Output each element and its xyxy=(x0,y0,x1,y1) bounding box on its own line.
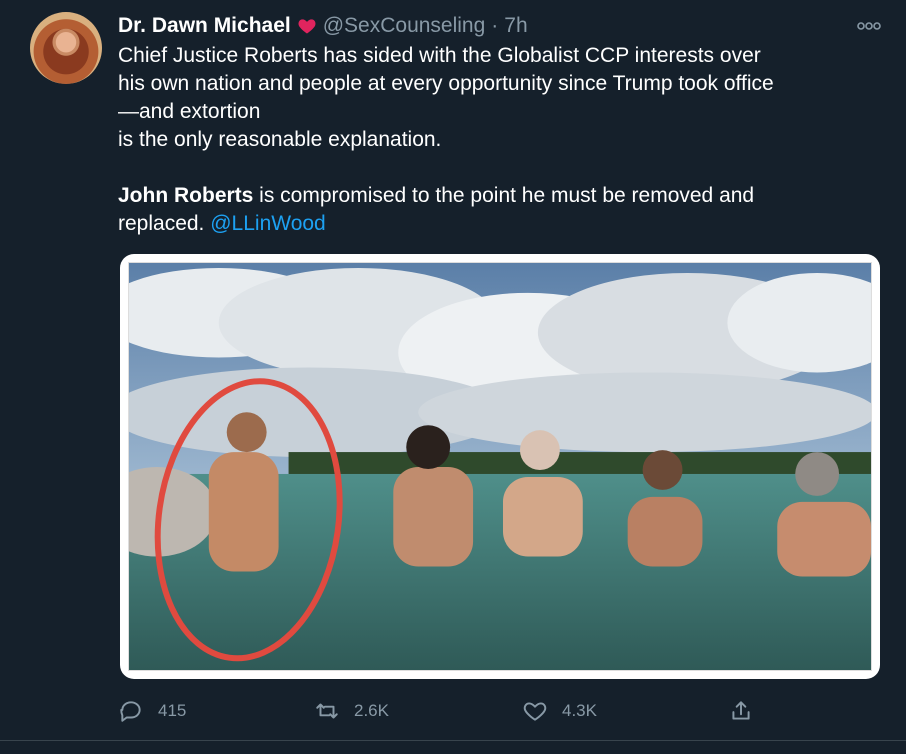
retweet-count: 2.6K xyxy=(354,701,389,720)
avatar[interactable] xyxy=(30,12,102,84)
tweet-actions: 415 2.6K 4.3K xyxy=(118,698,888,728)
tweet-text-line: his own nation and people at every oppor… xyxy=(118,72,774,95)
reply-button[interactable]: 415 xyxy=(118,698,186,724)
reply-icon xyxy=(120,701,141,722)
retweet-button[interactable]: 2.6K xyxy=(314,698,389,724)
tweet-text-line: replaced. @LLinWood xyxy=(118,210,888,238)
tweet-text-fragment: replaced. xyxy=(118,212,211,235)
retweet-icon xyxy=(316,703,338,719)
tweet-text-line: is the only reasonable explanation. xyxy=(118,128,442,151)
share-button[interactable] xyxy=(728,698,754,724)
like-button[interactable]: 4.3K xyxy=(522,698,597,724)
tweet-text-line: —and extortion xyxy=(118,100,261,123)
like-icon xyxy=(523,702,547,721)
timestamp[interactable]: 7h xyxy=(504,14,527,38)
author-handle[interactable]: @SexCounseling xyxy=(323,14,486,38)
author-name[interactable]: Dr. Dawn Michael xyxy=(118,14,291,38)
tweet-text: Chief Justice Roberts has sided with the… xyxy=(118,42,888,238)
tweet-text-line: John Roberts is compromised to the point… xyxy=(118,182,888,210)
divider xyxy=(0,740,906,741)
tweet-text-fragment: is compromised to the point he must be r… xyxy=(253,184,755,207)
mention-link[interactable]: @LLinWood xyxy=(210,212,326,235)
share-icon xyxy=(732,701,750,720)
tweet-text-line: Chief Justice Roberts has sided with the… xyxy=(118,44,761,67)
tweet[interactable]: Dr. Dawn Michael @SexCounseling · 7h Chi… xyxy=(0,0,906,754)
tweet-header: Dr. Dawn Michael @SexCounseling · 7h xyxy=(118,12,528,40)
tweet-media[interactable] xyxy=(120,254,880,679)
beach-photo[interactable] xyxy=(128,262,872,671)
bold-name: John Roberts xyxy=(118,184,254,207)
separator-dot: · xyxy=(491,14,499,37)
more-icon[interactable] xyxy=(856,18,882,34)
like-count: 4.3K xyxy=(562,701,597,720)
heart-icon xyxy=(298,19,316,34)
reply-count: 415 xyxy=(158,701,187,720)
